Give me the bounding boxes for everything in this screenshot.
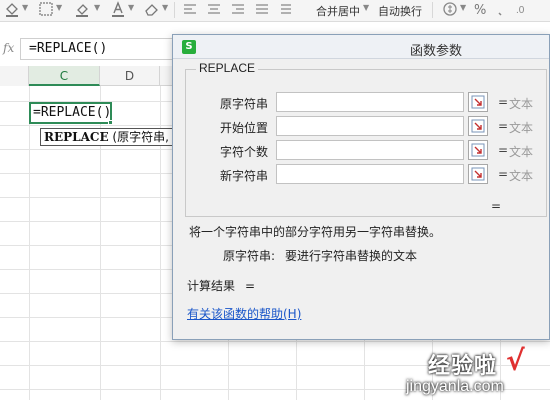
currency-icon[interactable] (442, 1, 458, 19)
dialog-title: 函数参数 (173, 40, 549, 59)
range-select-icon (471, 95, 485, 109)
param-eq: = (498, 143, 509, 157)
param-description: 原字符串: 要进行字符串替换的文本 (223, 247, 417, 264)
tooltip-func-name[interactable]: REPLACE (44, 130, 109, 144)
svg-text:.0: .0 (516, 5, 525, 16)
align-left-icon[interactable] (182, 1, 198, 19)
align-center-icon[interactable] (206, 1, 222, 19)
param-label: 原字符串 (220, 97, 269, 111)
merge-center-button[interactable]: 合并居中 (316, 3, 360, 19)
param-eq: = (498, 167, 509, 181)
font-color-icon[interactable] (110, 1, 126, 19)
watermark-check-icon: √ (506, 344, 525, 377)
wrap-text-button[interactable]: 自动换行 (378, 3, 422, 19)
column-header-c[interactable]: C (29, 66, 100, 86)
param-row-original-string: 原字符串 = 文本 (186, 92, 548, 112)
function-help-link[interactable]: 有关该函数的帮助(H) (187, 305, 301, 322)
percent-icon[interactable]: % (474, 3, 486, 18)
grid-line (0, 341, 550, 342)
param-type: 文本 (509, 145, 534, 159)
range-select-button[interactable] (468, 164, 488, 184)
fx-icon[interactable]: fx (3, 41, 14, 55)
calc-result-eq: = (245, 279, 256, 293)
param-row-num-chars: 字符个数 = 文本 (186, 140, 548, 160)
ribbon-toolbar: ▼ ▼ ▼ ▼ ▼ 合并居中 ▼ 自动换行 ▼ % .0 (0, 0, 550, 22)
chevron-down-icon[interactable]: ▼ (128, 3, 134, 12)
param-row-new-string: 新字符串 = 文本 (186, 164, 548, 184)
eraser-icon[interactable] (144, 1, 160, 19)
align-right-icon[interactable] (230, 1, 246, 19)
function-tooltip: REPLACE (原字符串, 开 (40, 128, 190, 146)
param-input-num-chars[interactable] (276, 140, 464, 160)
border-icon[interactable] (38, 1, 54, 19)
param-input-original-string[interactable] (276, 92, 464, 112)
formula-result-eq: = (491, 199, 502, 213)
active-cell-c[interactable]: =REPLACE() (29, 102, 112, 124)
toolbar-divider (432, 2, 433, 18)
param-group: REPLACE 原字符串 = 文本 开始位置 = 文本 字符个数 = 文本 新字… (185, 61, 548, 217)
calc-result-label: 计算结果 (187, 279, 236, 293)
param-eq: = (498, 95, 509, 109)
chevron-down-icon[interactable]: ▼ (460, 3, 466, 12)
calc-result: 计算结果 = (187, 277, 255, 294)
column-header-d[interactable]: D (100, 66, 160, 86)
chevron-down-icon[interactable]: ▼ (22, 3, 28, 12)
fill-color-icon[interactable] (74, 1, 90, 19)
param-eq: = (498, 119, 509, 133)
param-type: 文本 (509, 121, 534, 135)
param-type: 文本 (509, 97, 534, 111)
range-select-icon (471, 167, 485, 181)
grid-line (29, 86, 30, 400)
param-description-name: 原字符串: (223, 249, 276, 263)
spreadsheet-app: ▼ ▼ ▼ ▼ ▼ 合并居中 ▼ 自动换行 ▼ % .0 fx =REPLACE… (0, 0, 550, 400)
fill-handle[interactable] (108, 120, 113, 125)
thousands-separator-icon[interactable] (496, 1, 512, 19)
param-input-new-string[interactable] (276, 164, 464, 184)
param-label: 新字符串 (220, 169, 269, 183)
formula-input[interactable]: =REPLACE() (20, 38, 176, 60)
param-type: 文本 (509, 169, 534, 183)
range-select-button[interactable] (468, 116, 488, 136)
dialog-title-bar[interactable]: S 函数参数 (173, 35, 549, 59)
justify-icon[interactable] (254, 1, 270, 19)
range-select-icon (471, 119, 485, 133)
param-label: 字符个数 (220, 145, 269, 159)
chevron-down-icon[interactable]: ▼ (56, 3, 62, 12)
function-description: 将一个字符串中的部分字符用另一字符串替换。 (189, 225, 442, 239)
corner-cell[interactable] (0, 66, 29, 86)
dialog-title-text: 函数参数 (409, 44, 462, 59)
watermark-logo: 经验啦 (428, 354, 498, 379)
function-args-dialog: S 函数参数 REPLACE 原字符串 = 文本 开始位置 = 文本 字符个数 … (172, 34, 550, 340)
function-name-label: REPLACE (196, 61, 259, 75)
param-label: 开始位置 (220, 121, 269, 135)
decimal-icon[interactable]: .0 (516, 1, 546, 19)
chevron-down-icon[interactable]: ▼ (94, 3, 100, 12)
param-input-start-position[interactable] (276, 116, 464, 136)
paint-bucket-icon[interactable] (4, 1, 20, 19)
range-select-button[interactable] (468, 140, 488, 160)
chevron-down-icon[interactable]: ▼ (363, 3, 369, 12)
watermark-url: jingyanla.com (406, 378, 504, 395)
distribute-icon[interactable] (278, 1, 294, 19)
toolbar-divider (174, 2, 175, 18)
range-select-icon (471, 143, 485, 157)
range-select-button[interactable] (468, 92, 488, 112)
param-description-text: 要进行字符串替换的文本 (285, 249, 418, 263)
param-row-start-position: 开始位置 = 文本 (186, 116, 548, 136)
chevron-down-icon[interactable]: ▼ (162, 3, 168, 12)
